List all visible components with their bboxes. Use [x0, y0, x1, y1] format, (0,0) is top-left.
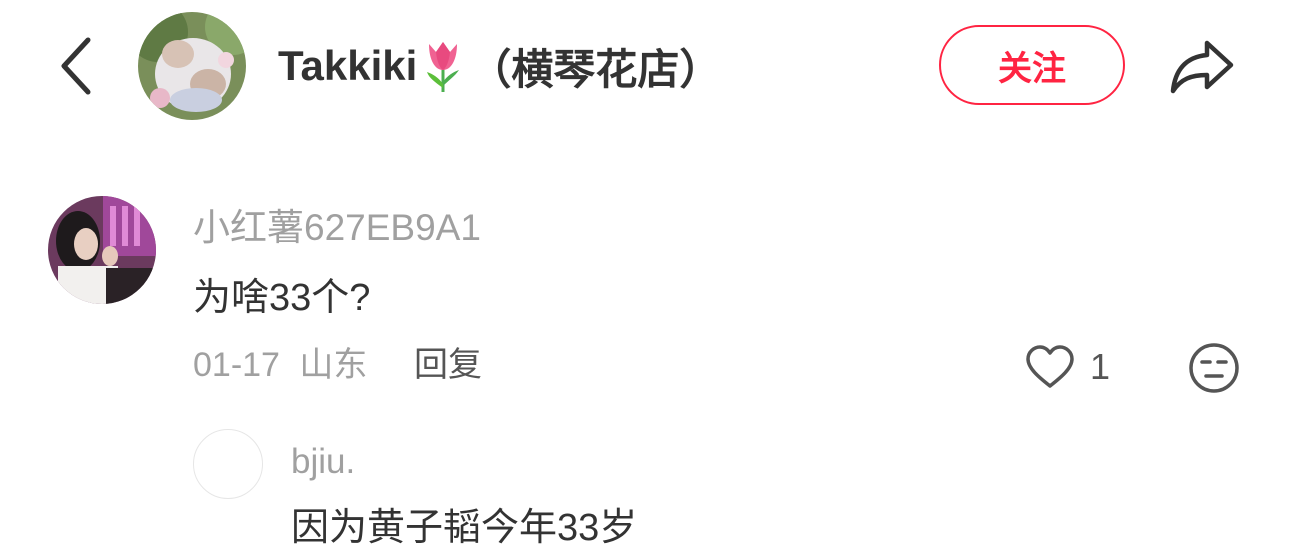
commenter-avatar[interactable] — [48, 196, 156, 304]
follow-button[interactable]: 关注 — [939, 25, 1125, 105]
reply-text: 因为黄子韬今年33岁 — [291, 507, 638, 549]
heart-outline-icon — [1026, 345, 1074, 388]
tulip-icon — [427, 42, 460, 92]
reply-button[interactable]: 回复 — [414, 343, 482, 387]
author-shop-name: （横琴花店） — [469, 45, 722, 93]
share-arrow-icon — [1170, 40, 1234, 94]
share-button[interactable] — [1164, 30, 1240, 102]
replier-avatar[interactable] — [193, 429, 263, 499]
replier-username[interactable]: bjiu. — [291, 440, 355, 484]
comment-location: 山东 — [299, 346, 368, 384]
emoji-face-icon — [1189, 343, 1239, 393]
commenter-avatar-image — [48, 196, 156, 304]
author-avatar-image — [138, 12, 246, 120]
back-button[interactable] — [48, 30, 104, 102]
like-button[interactable]: 1 — [1024, 340, 1110, 394]
comment-text: 为啥33个? — [193, 277, 371, 319]
emoji-reaction-button[interactable] — [1188, 342, 1240, 394]
comment-meta: 01-17 山东 — [193, 343, 367, 387]
commenter-username[interactable]: 小红薯627EB9A1 — [193, 206, 481, 250]
comment-date: 01-17 — [193, 346, 280, 384]
chevron-left-icon — [61, 37, 91, 95]
page-title: Takkiki （横琴花店） — [278, 38, 721, 94]
author-avatar[interactable] — [138, 12, 246, 120]
like-count: 1 — [1090, 346, 1111, 387]
author-name: Takkiki — [278, 42, 418, 89]
